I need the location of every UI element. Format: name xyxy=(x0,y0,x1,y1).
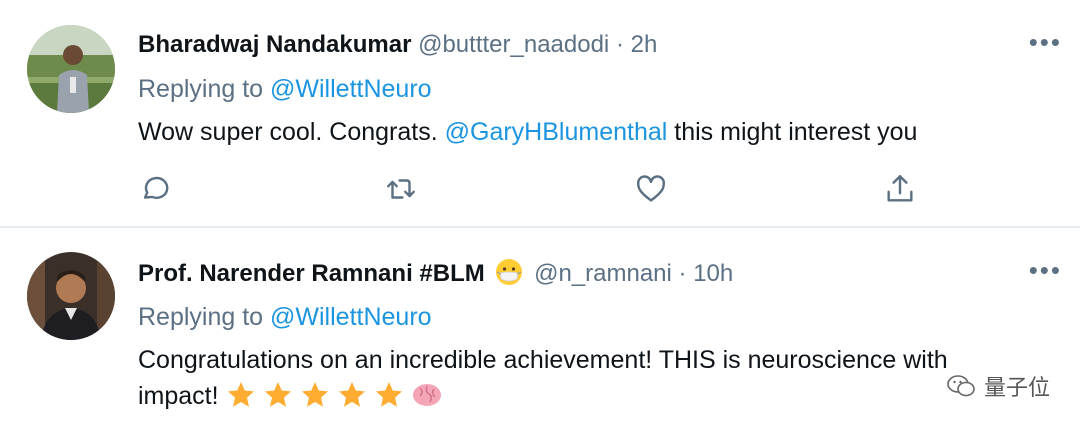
replying-to-link[interactable]: @WillettNeuro xyxy=(270,303,432,331)
watermark: 量子位 xyxy=(946,370,1050,402)
user-handle[interactable]: @buttter_naadodi xyxy=(418,31,609,58)
tweet-text-part: this might interest you xyxy=(674,118,918,146)
avatar[interactable] xyxy=(27,252,115,340)
tweet-header: Prof. Narender Ramnani #BLM @n_ramnani ·… xyxy=(138,258,733,294)
like-icon[interactable] xyxy=(634,172,670,208)
tweet-text-part: impact! xyxy=(138,382,219,410)
retweet-icon[interactable] xyxy=(384,172,420,208)
tweet-2[interactable]: Prof. Narender Ramnani #BLM @n_ramnani ·… xyxy=(0,228,1080,433)
tweet-text: Congratulations on an incredible achieve… xyxy=(138,342,1068,420)
brain-emoji xyxy=(412,384,441,406)
mask-emoji xyxy=(495,258,523,294)
tweet-header: Bharadwaj Nandakumar @buttter_naadodi · … xyxy=(138,30,657,60)
star-emoji xyxy=(226,380,448,420)
display-name[interactable]: Bharadwaj Nandakumar xyxy=(138,31,411,58)
replying-to: Replying to @WillettNeuro xyxy=(138,302,432,332)
tweet-text-part: Wow super cool. Congrats. xyxy=(138,118,445,146)
replying-prefix: Replying to xyxy=(138,75,264,103)
display-name[interactable]: Prof. Narender Ramnani #BLM xyxy=(138,260,485,287)
watermark-text: 量子位 xyxy=(983,375,1050,400)
wechat-icon xyxy=(947,375,975,397)
replying-prefix: Replying to xyxy=(138,303,264,331)
tweet-text: Wow super cool. Congrats. @GaryHBlumenth… xyxy=(138,114,1068,150)
reply-icon[interactable] xyxy=(138,172,174,208)
tweet-time[interactable]: 10h xyxy=(693,260,733,287)
replying-to-link[interactable]: @WillettNeuro xyxy=(270,75,432,103)
share-icon[interactable] xyxy=(883,172,919,208)
more-icon[interactable]: ••• xyxy=(1029,29,1062,55)
user-handle[interactable]: @n_ramnani xyxy=(534,260,672,287)
mention-link[interactable]: @GaryHBlumenthal xyxy=(445,118,668,146)
tweet-text-line-2: impact! xyxy=(138,378,1068,420)
more-icon[interactable]: ••• xyxy=(1029,257,1062,283)
tweet-actions xyxy=(138,172,938,208)
separator-dot: · xyxy=(615,31,624,58)
tweet-1[interactable]: Bharadwaj Nandakumar @buttter_naadodi · … xyxy=(0,0,1080,226)
tweet-text-line: Congratulations on an incredible achieve… xyxy=(138,346,948,374)
replying-to: Replying to @WillettNeuro xyxy=(138,74,432,104)
avatar[interactable] xyxy=(27,25,115,113)
separator-dot: · xyxy=(678,260,687,287)
tweet-time[interactable]: 2h xyxy=(631,31,658,58)
